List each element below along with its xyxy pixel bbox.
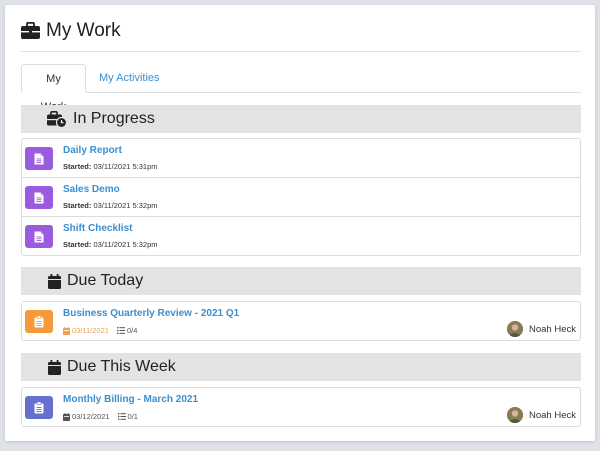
item-title-link[interactable]: Shift Checklist [63, 223, 132, 234]
assignee: Noah Heck [507, 407, 576, 423]
section-title: In Progress [73, 110, 155, 127]
list-icon [116, 327, 125, 334]
clipboard-icon [34, 315, 44, 327]
started-value: 03/11/2021 5:32pm [93, 201, 158, 210]
started-label: Started: [63, 201, 92, 210]
calendar-small-icon [63, 412, 70, 421]
assignee-name: Noah Heck [529, 323, 576, 335]
task-count-value: 0/1 [127, 412, 138, 421]
section-due-today-header: Due Today [21, 267, 581, 295]
item-title-link[interactable]: Daily Report [63, 145, 122, 156]
task-count-value: 0/4 [126, 326, 138, 335]
started-timestamp: Started: 03/11/2021 5:31pm [63, 162, 158, 171]
page-title: My Work [46, 20, 121, 41]
started-timestamp: Started: 03/11/2021 5:32pm [63, 201, 158, 210]
due-date: 03/11/2021 [63, 326, 109, 335]
document-badge [25, 186, 53, 209]
tab-my-work[interactable]: My Work [21, 64, 86, 113]
due-date-value: 03/12/2021 [72, 412, 110, 421]
section-title: Due Today [67, 272, 144, 289]
tab-my-activities[interactable]: My Activities [87, 64, 172, 93]
section-due-this-week-header: Due This Week [21, 353, 581, 381]
task-count: 0/1 [117, 412, 138, 421]
list-item[interactable]: Monthly Billing - March 2021 03/12/2021 [22, 388, 580, 427]
avatar [507, 407, 523, 423]
document-icon [34, 192, 44, 203]
user-photo-icon [507, 407, 523, 423]
item-title-link[interactable]: Sales Demo [63, 184, 120, 195]
list-item[interactable]: Daily Report Started: 03/11/2021 5:31pm [22, 139, 580, 178]
started-label: Started: [63, 162, 92, 171]
due-date-value: 03/11/2021 [72, 326, 109, 335]
started-value: 03/11/2021 5:31pm [93, 162, 158, 171]
item-title-link[interactable]: Business Quarterly Review - 2021 Q1 [63, 308, 239, 319]
calendar-icon [48, 273, 61, 289]
item-title-link[interactable]: Monthly Billing - March 2021 [63, 394, 198, 405]
in-progress-list: Daily Report Started: 03/11/2021 5:31pm … [21, 138, 581, 256]
due-date: 03/12/2021 [63, 412, 110, 421]
list-icon [117, 413, 126, 420]
started-value: 03/11/2021 5:32pm [93, 240, 158, 249]
document-icon [34, 231, 44, 242]
avatar [507, 321, 523, 337]
assignee: Noah Heck [507, 321, 576, 337]
checklist-badge [25, 310, 53, 333]
started-timestamp: Started: 03/11/2021 5:32pm [63, 240, 158, 249]
my-work-panel: My Work My Work My Activities In Progres… [5, 5, 595, 441]
section-in-progress-header: In Progress [21, 105, 581, 133]
checklist-badge [25, 396, 53, 419]
clipboard-icon [34, 401, 44, 413]
section-title: Due This Week [67, 358, 176, 375]
assignee-name: Noah Heck [529, 409, 576, 421]
due-this-week-list: Monthly Billing - March 2021 03/12/2021 [21, 387, 581, 427]
user-photo-icon [507, 321, 523, 337]
page-header: My Work [21, 19, 581, 52]
task-count: 0/4 [116, 326, 138, 335]
list-item[interactable]: Business Quarterly Review - 2021 Q1 03/1… [22, 302, 580, 341]
calendar-small-icon [63, 326, 70, 335]
started-label: Started: [63, 240, 92, 249]
calendar-icon [48, 359, 61, 375]
briefcase-icon [21, 22, 40, 39]
briefcase-clock-icon [47, 110, 67, 128]
item-meta: 03/12/2021 0/1 [63, 412, 146, 421]
document-icon [34, 153, 44, 164]
list-item[interactable]: Shift Checklist Started: 03/11/2021 5:32… [22, 217, 580, 256]
document-badge [25, 225, 53, 248]
tab-bar: My Work My Activities [21, 64, 581, 113]
document-badge [25, 147, 53, 170]
item-meta: 03/11/2021 0/4 [63, 326, 145, 335]
due-today-list: Business Quarterly Review - 2021 Q1 03/1… [21, 301, 581, 341]
list-item[interactable]: Sales Demo Started: 03/11/2021 5:32pm [22, 178, 580, 217]
